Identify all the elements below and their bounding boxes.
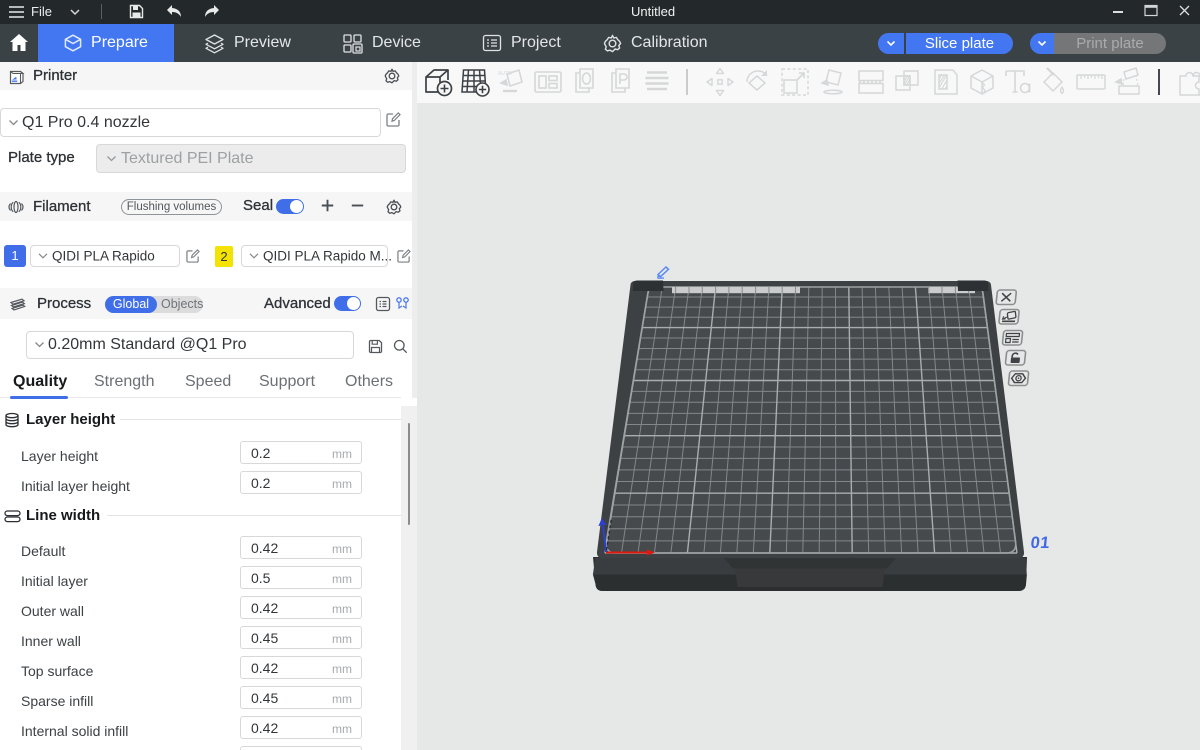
svg-text:01: 01 (1030, 533, 1051, 552)
svg-text:AUTO: AUTO (498, 71, 512, 77)
